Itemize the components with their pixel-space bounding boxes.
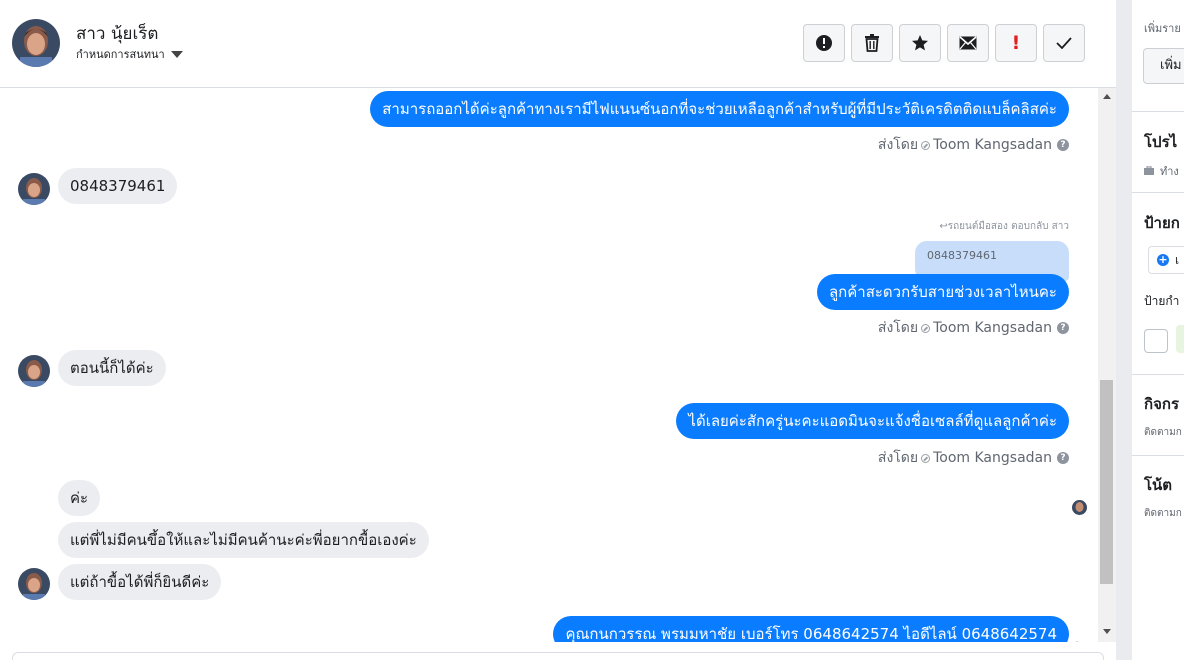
add-details-button[interactable]: เพิ่ม <box>1143 48 1184 84</box>
thread-scrollbar[interactable] <box>1098 88 1116 642</box>
sent-by-line: ส่งโดย Toom Kangsadan ? <box>878 317 1069 339</box>
panel-divider <box>1116 0 1132 660</box>
caret-down-icon <box>170 51 183 58</box>
tags-section: ป้ายก + เ ป้ายกำ <box>1132 193 1184 375</box>
message-composer[interactable] <box>12 652 1104 660</box>
inbox-app: สาว นุ้ยเร็ต กำหนดการสนทนา ! สามารถออกได… <box>0 0 1184 660</box>
profile-section: โปรไ ทำง <box>1132 112 1184 193</box>
trash-icon <box>864 34 880 52</box>
conversation-toolbar: ! <box>803 24 1085 62</box>
tags-sub-label: ป้ายกำ <box>1144 294 1180 308</box>
outgoing-message[interactable]: ลูกค้าสะดวกรับสายช่วงเวลาไหนคะ <box>816 274 1069 310</box>
help-icon[interactable]: ? <box>1057 322 1069 334</box>
add-tag-button[interactable]: + เ <box>1148 246 1184 274</box>
sent-by-line: ส่งโดย Toom Kangsadan ? <box>878 134 1069 156</box>
reply-arrow-icon: ↩ <box>939 221 948 232</box>
briefcase-icon <box>1144 165 1154 178</box>
activity-section: กิจกร ติดตามก <box>1132 375 1184 456</box>
envelope-icon <box>959 36 977 50</box>
contact-details-panel: เพิ่มราย เพิ่ม โปรไ ทำง ป้ายก + เ ป้ายกำ… <box>1132 0 1184 660</box>
scroll-up-arrow[interactable] <box>1103 94 1111 99</box>
chevron-up-icon[interactable]: ︿ <box>1072 632 1088 642</box>
spam-button[interactable] <box>803 24 845 62</box>
profile-title: โปรไ <box>1144 133 1178 151</box>
mark-unread-button[interactable] <box>947 24 989 62</box>
contact-avatar-small <box>18 355 50 387</box>
plus-icon: + <box>1157 253 1169 266</box>
activity-title: กิจกร <box>1144 395 1180 413</box>
conversation-header: สาว นุ้ยเร็ต กำหนดการสนทนา ! <box>0 0 1116 88</box>
add-details-label: เพิ่มราย <box>1144 22 1181 35</box>
help-icon[interactable]: ? <box>1057 452 1069 464</box>
sent-by-prefix: ส่งโดย <box>877 450 919 466</box>
sender-name: Toom Kangsadan <box>933 137 1052 153</box>
tags-title: ป้ายก <box>1144 214 1180 232</box>
notes-sub: ติดตามก <box>1144 508 1182 519</box>
star-button[interactable] <box>899 24 941 62</box>
incoming-message[interactable]: 0848379461 <box>58 168 178 204</box>
add-details-section: เพิ่มราย เพิ่ม <box>1132 0 1184 112</box>
sender-name: Toom Kangsadan <box>933 320 1052 336</box>
delete-button[interactable] <box>851 24 893 62</box>
profile-work-line: ทำง <box>1144 162 1179 180</box>
contact-avatar-small <box>18 568 50 600</box>
notes-title: โน้ต <box>1144 476 1173 494</box>
message-thread[interactable]: สามารถออกได้ค่ะลูกค้าทางเรามีไฟแนนซ์นอกท… <box>0 88 1098 642</box>
sent-by-prefix: ส่งโดย <box>877 320 919 336</box>
page-admin-icon <box>921 140 931 150</box>
tag-checkbox[interactable] <box>1144 329 1168 353</box>
incoming-message[interactable]: แต่ถ้าขื้อได้พี่ก็ยินดีค่ะ <box>58 564 222 600</box>
sent-by-line: ส่งโดย Toom Kangsadan ? <box>878 447 1069 469</box>
contact-name: สาว นุ้ยเร็ต <box>76 24 159 44</box>
incoming-message[interactable]: ค่ะ <box>58 480 101 516</box>
outgoing-message[interactable]: คุณกนกวรรณ พรมมหาชัย เบอร์โทร 0648642574… <box>553 616 1069 642</box>
contact-avatar[interactable] <box>12 19 60 67</box>
checkmark-icon <box>1056 37 1072 49</box>
incoming-message[interactable]: แต่พี่ไม่มีคนขึ้อให้และไม่มีคนค้านะค่ะพี… <box>58 522 429 558</box>
scrollbar-thumb[interactable] <box>1100 380 1113 584</box>
notes-section: โน้ต ติดตามก <box>1132 456 1184 536</box>
activity-sub: ติดตามก <box>1144 427 1182 438</box>
outgoing-message[interactable]: ได้เลยค่ะสักครู่นะคะแอดมินจะแจ้งชื่อเซลล… <box>676 403 1069 439</box>
assign-conversation-dropdown[interactable]: กำหนดการสนทนา <box>76 45 183 63</box>
tag-chip[interactable] <box>1176 325 1184 353</box>
assign-label: กำหนดการสนทนา <box>76 48 165 61</box>
star-icon <box>911 34 929 52</box>
outgoing-message[interactable]: สามารถออกได้ค่ะลูกค้าทางเรามีไฟแนนซ์นอกท… <box>370 91 1069 127</box>
sender-name: Toom Kangsadan <box>933 450 1052 466</box>
help-icon[interactable]: ? <box>1057 139 1069 151</box>
reply-note: ↩รถยนต์มือสอง ตอบกลับ สาว <box>939 221 1069 232</box>
exclamation-icon: ! <box>1011 32 1021 54</box>
scroll-down-arrow[interactable] <box>1103 629 1111 634</box>
done-button[interactable] <box>1043 24 1085 62</box>
seen-avatar <box>1072 500 1087 515</box>
follow-up-button[interactable]: ! <box>995 24 1037 62</box>
contact-avatar-small <box>18 173 50 205</box>
alert-circle-icon <box>815 34 833 52</box>
incoming-message[interactable]: ตอนนี้ก็ได้ค่ะ <box>58 350 166 386</box>
page-admin-icon <box>921 323 931 333</box>
page-admin-icon <box>921 453 931 463</box>
sent-by-prefix: ส่งโดย <box>877 137 919 153</box>
